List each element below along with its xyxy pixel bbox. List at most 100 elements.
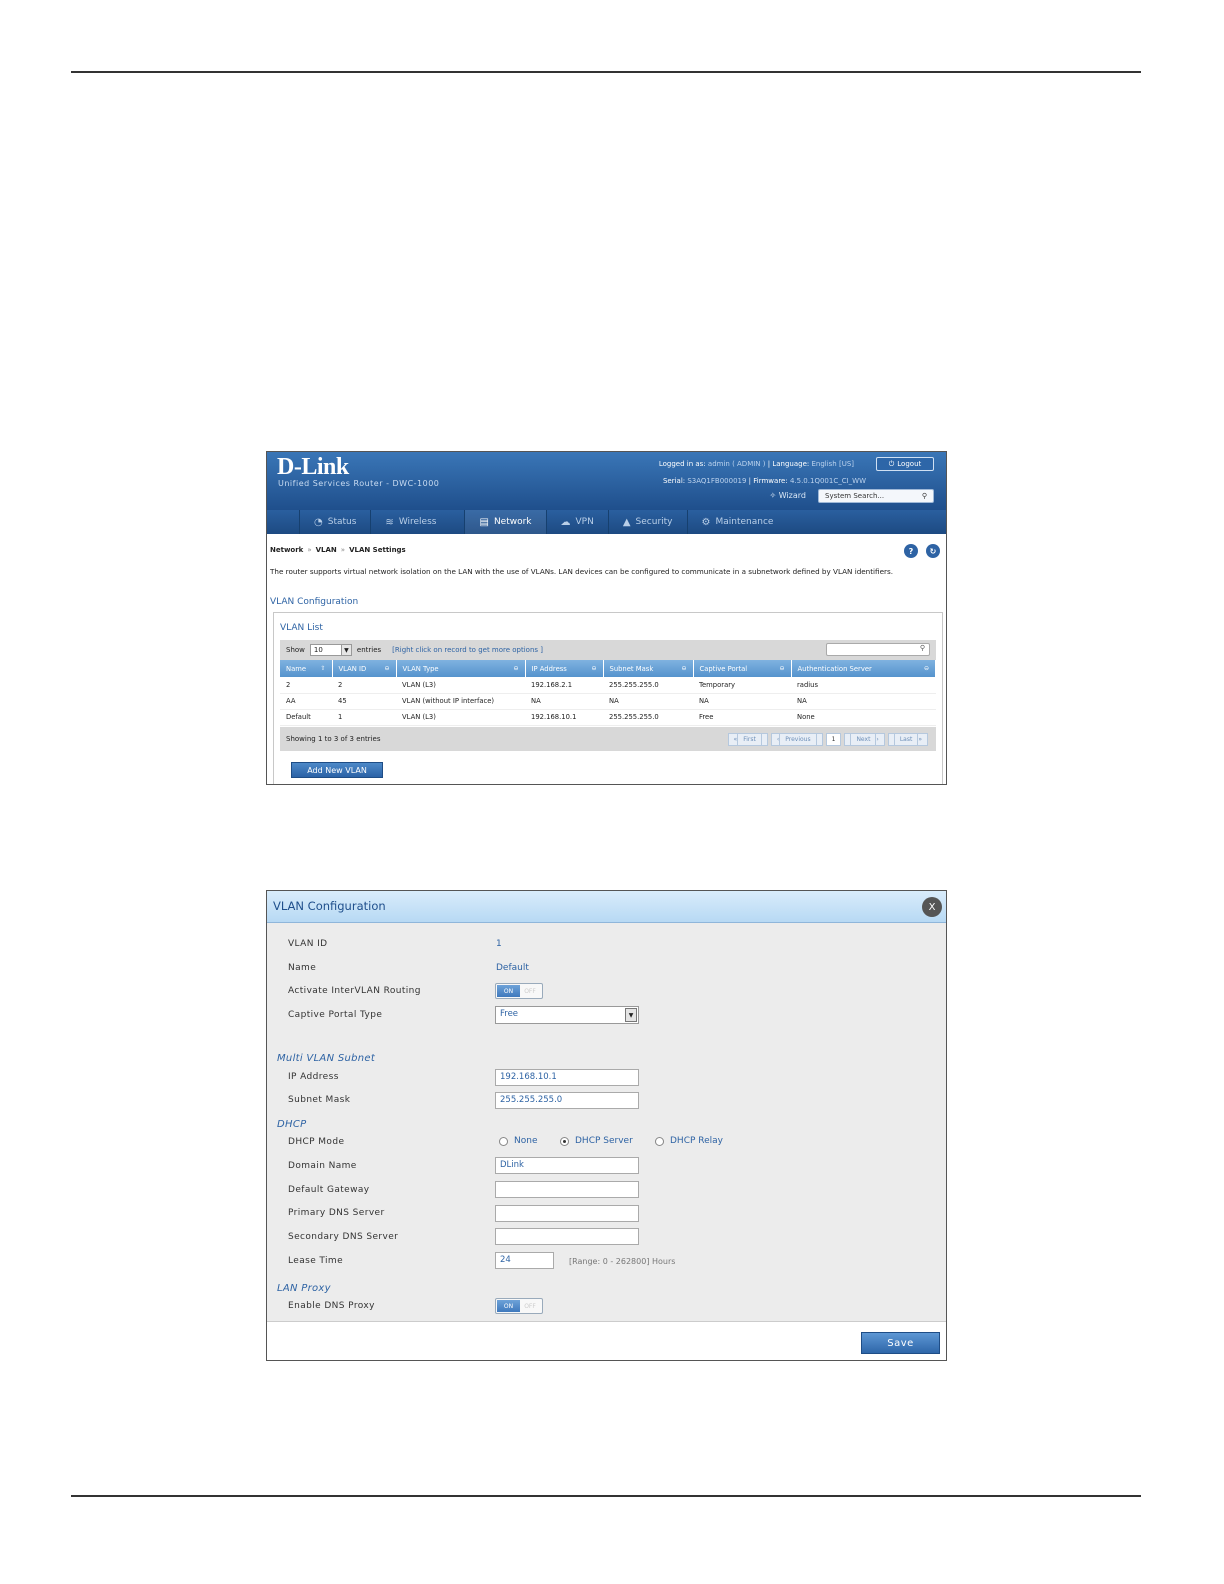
add-new-vlan-button[interactable]: Add New VLAN — [291, 762, 383, 778]
login-info: Logged in as: admin ( ADMIN ) | Language… — [658, 460, 854, 468]
vlan-id-value: 1 — [496, 939, 502, 949]
save-button[interactable]: Save — [861, 1332, 940, 1354]
breadcrumb-vlan[interactable]: VLAN — [316, 546, 337, 554]
first-page-button[interactable]: « First — [727, 733, 768, 746]
dialog-titlebar: VLAN Configuration X — [267, 891, 946, 923]
captive-portal-label: Captive Portal Type — [288, 1010, 383, 1020]
dhcp-mode-relay[interactable]: DHCP Relay — [655, 1136, 723, 1146]
close-button[interactable]: X — [922, 897, 942, 917]
breadcrumb: Network» VLAN» VLAN Settings — [270, 546, 406, 554]
main-nav: ◔ Status ≋ Wireless ▤ Network ☁ VPN ▲ Securit… — [267, 510, 946, 534]
nav-vpn[interactable]: ☁ VPN — [545, 510, 608, 534]
network-icon: ▤ — [479, 516, 489, 528]
sort-icon: ⊖ — [513, 664, 519, 672]
col-vlan-type[interactable]: VLAN Type ⊖ — [396, 660, 526, 677]
secondary-dns-label: Secondary DNS Server — [288, 1232, 399, 1242]
ip-address-input[interactable]: 192.168.10.1 — [495, 1069, 639, 1086]
chevron-down-icon: ▼ — [625, 1008, 637, 1022]
table-row[interactable]: Default 1 VLAN (L3) 192.168.10.1 255.255.255… — [280, 709, 936, 726]
help-icons: ? ↻ — [904, 544, 940, 558]
gauge-icon: ◔ — [314, 516, 323, 528]
intervlan-label: Activate InterVLAN Routing — [288, 986, 421, 996]
entries-select[interactable]: 10 ▼ — [309, 644, 352, 656]
system-search-input[interactable]: System Search... ⚲ — [818, 489, 934, 503]
right-click-hint: [Right click on record to get more optio… — [392, 646, 544, 654]
wand-icon: ✧ — [769, 491, 777, 500]
nav-network[interactable]: ▤ Network — [464, 510, 546, 534]
logged-in-user[interactable]: admin ( ADMIN ) — [708, 460, 766, 468]
help-icon[interactable]: ? — [904, 544, 918, 558]
dhcp-mode-server[interactable]: DHCP Server — [560, 1136, 633, 1146]
radio-icon — [655, 1136, 664, 1146]
lan-proxy-heading: LAN Proxy — [277, 1283, 331, 1294]
vlan-settings-screenshot: D-Link Unified Services Router - DWC-100… — [266, 451, 947, 785]
lock-icon: ▲ — [622, 516, 631, 528]
previous-page-button[interactable]: ‹ Previous — [770, 733, 823, 746]
nav-wireless[interactable]: ≋ Wireless — [370, 510, 450, 534]
sort-icon: ⊖ — [923, 664, 929, 672]
pagination: « First ‹ Previous 1 Next › Last » — [727, 733, 928, 746]
subnet-mask-label: Subnet Mask — [288, 1095, 351, 1105]
dhcp-mode-label: DHCP Mode — [288, 1137, 345, 1147]
sort-icon: ⊖ — [591, 664, 597, 672]
breadcrumb-vlan-settings: VLAN Settings — [349, 546, 406, 554]
nav-status[interactable]: ◔ Status — [299, 510, 370, 534]
table-search-input[interactable]: ⚲ — [826, 643, 930, 656]
vlan-table: Name ⇧ VLAN ID ⊖ VLAN Type ⊖ IP Address ⊖ Su… — [280, 660, 936, 726]
nav-security[interactable]: ▲ Security — [607, 510, 687, 534]
captive-portal-select[interactable]: Free ▼ — [495, 1006, 639, 1024]
dialog-body: VLAN ID 1 Name Default Activate InterVLA… — [267, 923, 946, 1321]
default-gateway-input[interactable] — [495, 1181, 639, 1198]
col-name[interactable]: Name ⇧ — [280, 660, 333, 677]
next-page-button[interactable]: Next › — [844, 733, 885, 746]
sort-icon: ⊖ — [681, 664, 687, 672]
breadcrumb-network[interactable]: Network — [270, 546, 303, 554]
firmware-value: 4.5.0.1Q001C_CI_WW — [789, 477, 866, 485]
col-auth-server[interactable]: Authentication Server ⊖ — [791, 660, 936, 677]
table-row[interactable]: AA 45 VLAN (without IP interface) NA NA NA NA — [280, 693, 936, 710]
current-page-button[interactable]: 1 — [825, 733, 842, 746]
nav-maintenance[interactable]: ⚙ Maintenance — [686, 510, 788, 534]
name-label: Name — [288, 963, 317, 973]
col-ip-address[interactable]: IP Address ⊖ — [525, 660, 604, 677]
secondary-dns-input[interactable] — [495, 1228, 639, 1245]
refresh-icon[interactable]: ↻ — [926, 544, 940, 558]
dhcp-mode-none[interactable]: None — [499, 1136, 537, 1146]
dialog-footer: Save — [267, 1321, 946, 1360]
intervlan-toggle[interactable]: ON OFF — [495, 983, 543, 999]
device-info: Serial: S3AQ1FB000019 | Firmware: 4.5.0.… — [662, 477, 866, 485]
bottom-rule — [71, 1495, 1141, 1497]
col-captive-portal[interactable]: Captive Portal ⊖ — [693, 660, 792, 677]
lease-time-input[interactable]: 24 — [495, 1252, 554, 1269]
primary-dns-label: Primary DNS Server — [288, 1208, 385, 1218]
close-icon: X — [928, 901, 936, 913]
table-footer: Showing 1 to 3 of 3 entries « First ‹ Pr… — [280, 727, 936, 751]
wizard-link[interactable]: ✧ Wizard — [769, 491, 806, 500]
lease-time-range: [Range: 0 - 262800] Hours — [569, 1257, 676, 1266]
radio-selected-icon — [560, 1136, 569, 1146]
table-row[interactable]: 2 2 VLAN (L3) 192.168.2.1 255.255.255.0 Tempo… — [280, 677, 936, 694]
dns-proxy-label: Enable DNS Proxy — [288, 1301, 375, 1311]
lease-time-label: Lease Time — [288, 1256, 344, 1266]
primary-dns-input[interactable] — [495, 1205, 639, 1222]
gears-icon: ⚙ — [701, 516, 711, 528]
language-selector[interactable]: English [US] — [811, 460, 854, 468]
dlink-logo: D-Link — [277, 454, 349, 480]
radio-icon — [499, 1136, 508, 1146]
sort-asc-icon: ⇧ — [320, 664, 326, 672]
dhcp-heading: DHCP — [277, 1119, 307, 1130]
dialog-title: VLAN Configuration — [273, 899, 386, 913]
ip-address-label: IP Address — [288, 1072, 339, 1082]
default-gateway-label: Default Gateway — [288, 1185, 370, 1195]
power-icon: ⏻ — [888, 459, 895, 468]
subnet-mask-input[interactable]: 255.255.255.0 — [495, 1092, 639, 1109]
dns-proxy-toggle[interactable]: ON OFF — [495, 1298, 543, 1314]
product-subtitle: Unified Services Router - DWC-1000 — [278, 479, 440, 488]
col-vlan-id[interactable]: VLAN ID ⊖ — [332, 660, 397, 677]
last-page-button[interactable]: Last » — [887, 733, 928, 746]
col-subnet-mask[interactable]: Subnet Mask ⊖ — [603, 660, 694, 677]
top-rule — [71, 71, 1141, 73]
vlan-list-title: VLAN List — [280, 623, 323, 633]
domain-name-input[interactable]: DLink — [495, 1157, 639, 1174]
logout-button[interactable]: ⏻ Logout — [876, 457, 934, 471]
